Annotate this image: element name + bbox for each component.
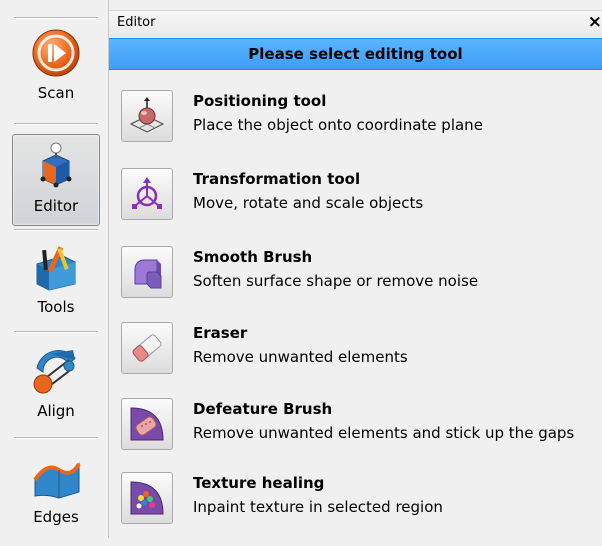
editor-panel: Editor × Please select editing tool Posi… xyxy=(109,0,602,538)
select-tool-banner: Please select editing tool xyxy=(109,38,602,70)
tool-description: Place the object onto coordinate plane xyxy=(193,116,483,134)
texture-healing-icon xyxy=(130,481,164,515)
sidebar-item-label: Edges xyxy=(33,508,79,526)
sidebar-divider xyxy=(14,17,98,19)
transformation-icon xyxy=(132,177,162,209)
sidebar-item-label: Editor xyxy=(33,197,79,215)
texture-healing-tool-button[interactable] xyxy=(121,472,173,524)
close-icon[interactable]: × xyxy=(588,12,602,32)
eraser-icon xyxy=(132,334,162,362)
smooth-brush-icon xyxy=(134,259,162,289)
sidebar-divider xyxy=(14,437,98,439)
tool-name: Texture healing xyxy=(193,474,325,492)
positioning-tool-button[interactable] xyxy=(121,90,173,142)
smooth-brush-tool-button[interactable] xyxy=(121,246,173,298)
tool-name: Eraser xyxy=(193,324,248,342)
sidebar-divider xyxy=(14,229,98,231)
sidebar-item-align[interactable]: Align xyxy=(12,344,100,440)
tool-item-smooth-brush[interactable]: Smooth Brush Soften surface shape or rem… xyxy=(121,246,602,310)
editor-icon xyxy=(40,142,72,188)
sidebar-item-tools[interactable]: Tools xyxy=(12,240,100,336)
transformation-tool-button[interactable] xyxy=(121,168,173,220)
defeature-brush-icon xyxy=(130,407,164,441)
tool-item-transformation[interactable]: Transformation tool Move, rotate and sca… xyxy=(121,168,602,232)
tool-description: Remove unwanted elements xyxy=(193,348,408,366)
align-icon xyxy=(33,350,76,394)
panel-title: Editor xyxy=(117,15,156,30)
tool-name: Transformation tool xyxy=(193,170,361,188)
sidebar-item-label: Tools xyxy=(37,298,75,316)
tool-description: Remove unwanted elements and stick up th… xyxy=(193,424,575,442)
tool-description: Soften surface shape or remove noise xyxy=(193,272,479,290)
sidebar-item-editor[interactable]: Editor xyxy=(12,134,100,226)
tool-name: Positioning tool xyxy=(193,92,327,110)
tool-item-eraser[interactable]: Eraser Remove unwanted elements xyxy=(121,322,602,386)
scan-icon xyxy=(32,29,80,77)
sidebar-item-label: Align xyxy=(37,402,75,420)
panel-titlebar: Editor × xyxy=(109,10,602,37)
sidebar-item-label: Scan xyxy=(37,84,75,102)
sidebar-item-edges[interactable]: Edges xyxy=(12,450,100,546)
tools-icon xyxy=(36,246,76,291)
tool-description: Move, rotate and scale objects xyxy=(193,194,424,212)
tool-item-positioning[interactable]: Positioning tool Place the object onto c… xyxy=(121,90,602,154)
sidebar-divider xyxy=(14,123,98,125)
tool-item-defeature-brush[interactable]: Defeature Brush Remove unwanted elements… xyxy=(121,398,602,462)
tool-sidebar: Scan Editor Tools Align Edges xyxy=(0,0,109,538)
edges-icon xyxy=(33,462,81,499)
tool-name: Smooth Brush xyxy=(193,248,313,266)
sidebar-divider xyxy=(14,331,98,333)
tool-name: Defeature Brush xyxy=(193,400,333,418)
sidebar-item-scan[interactable]: Scan xyxy=(12,26,100,122)
positioning-icon xyxy=(129,97,165,133)
defeature-brush-tool-button[interactable] xyxy=(121,398,173,450)
tool-description: Inpaint texture in selected region xyxy=(193,498,443,516)
tool-item-texture-healing[interactable]: Texture healing Inpaint texture in selec… xyxy=(121,472,602,536)
eraser-tool-button[interactable] xyxy=(121,322,173,374)
